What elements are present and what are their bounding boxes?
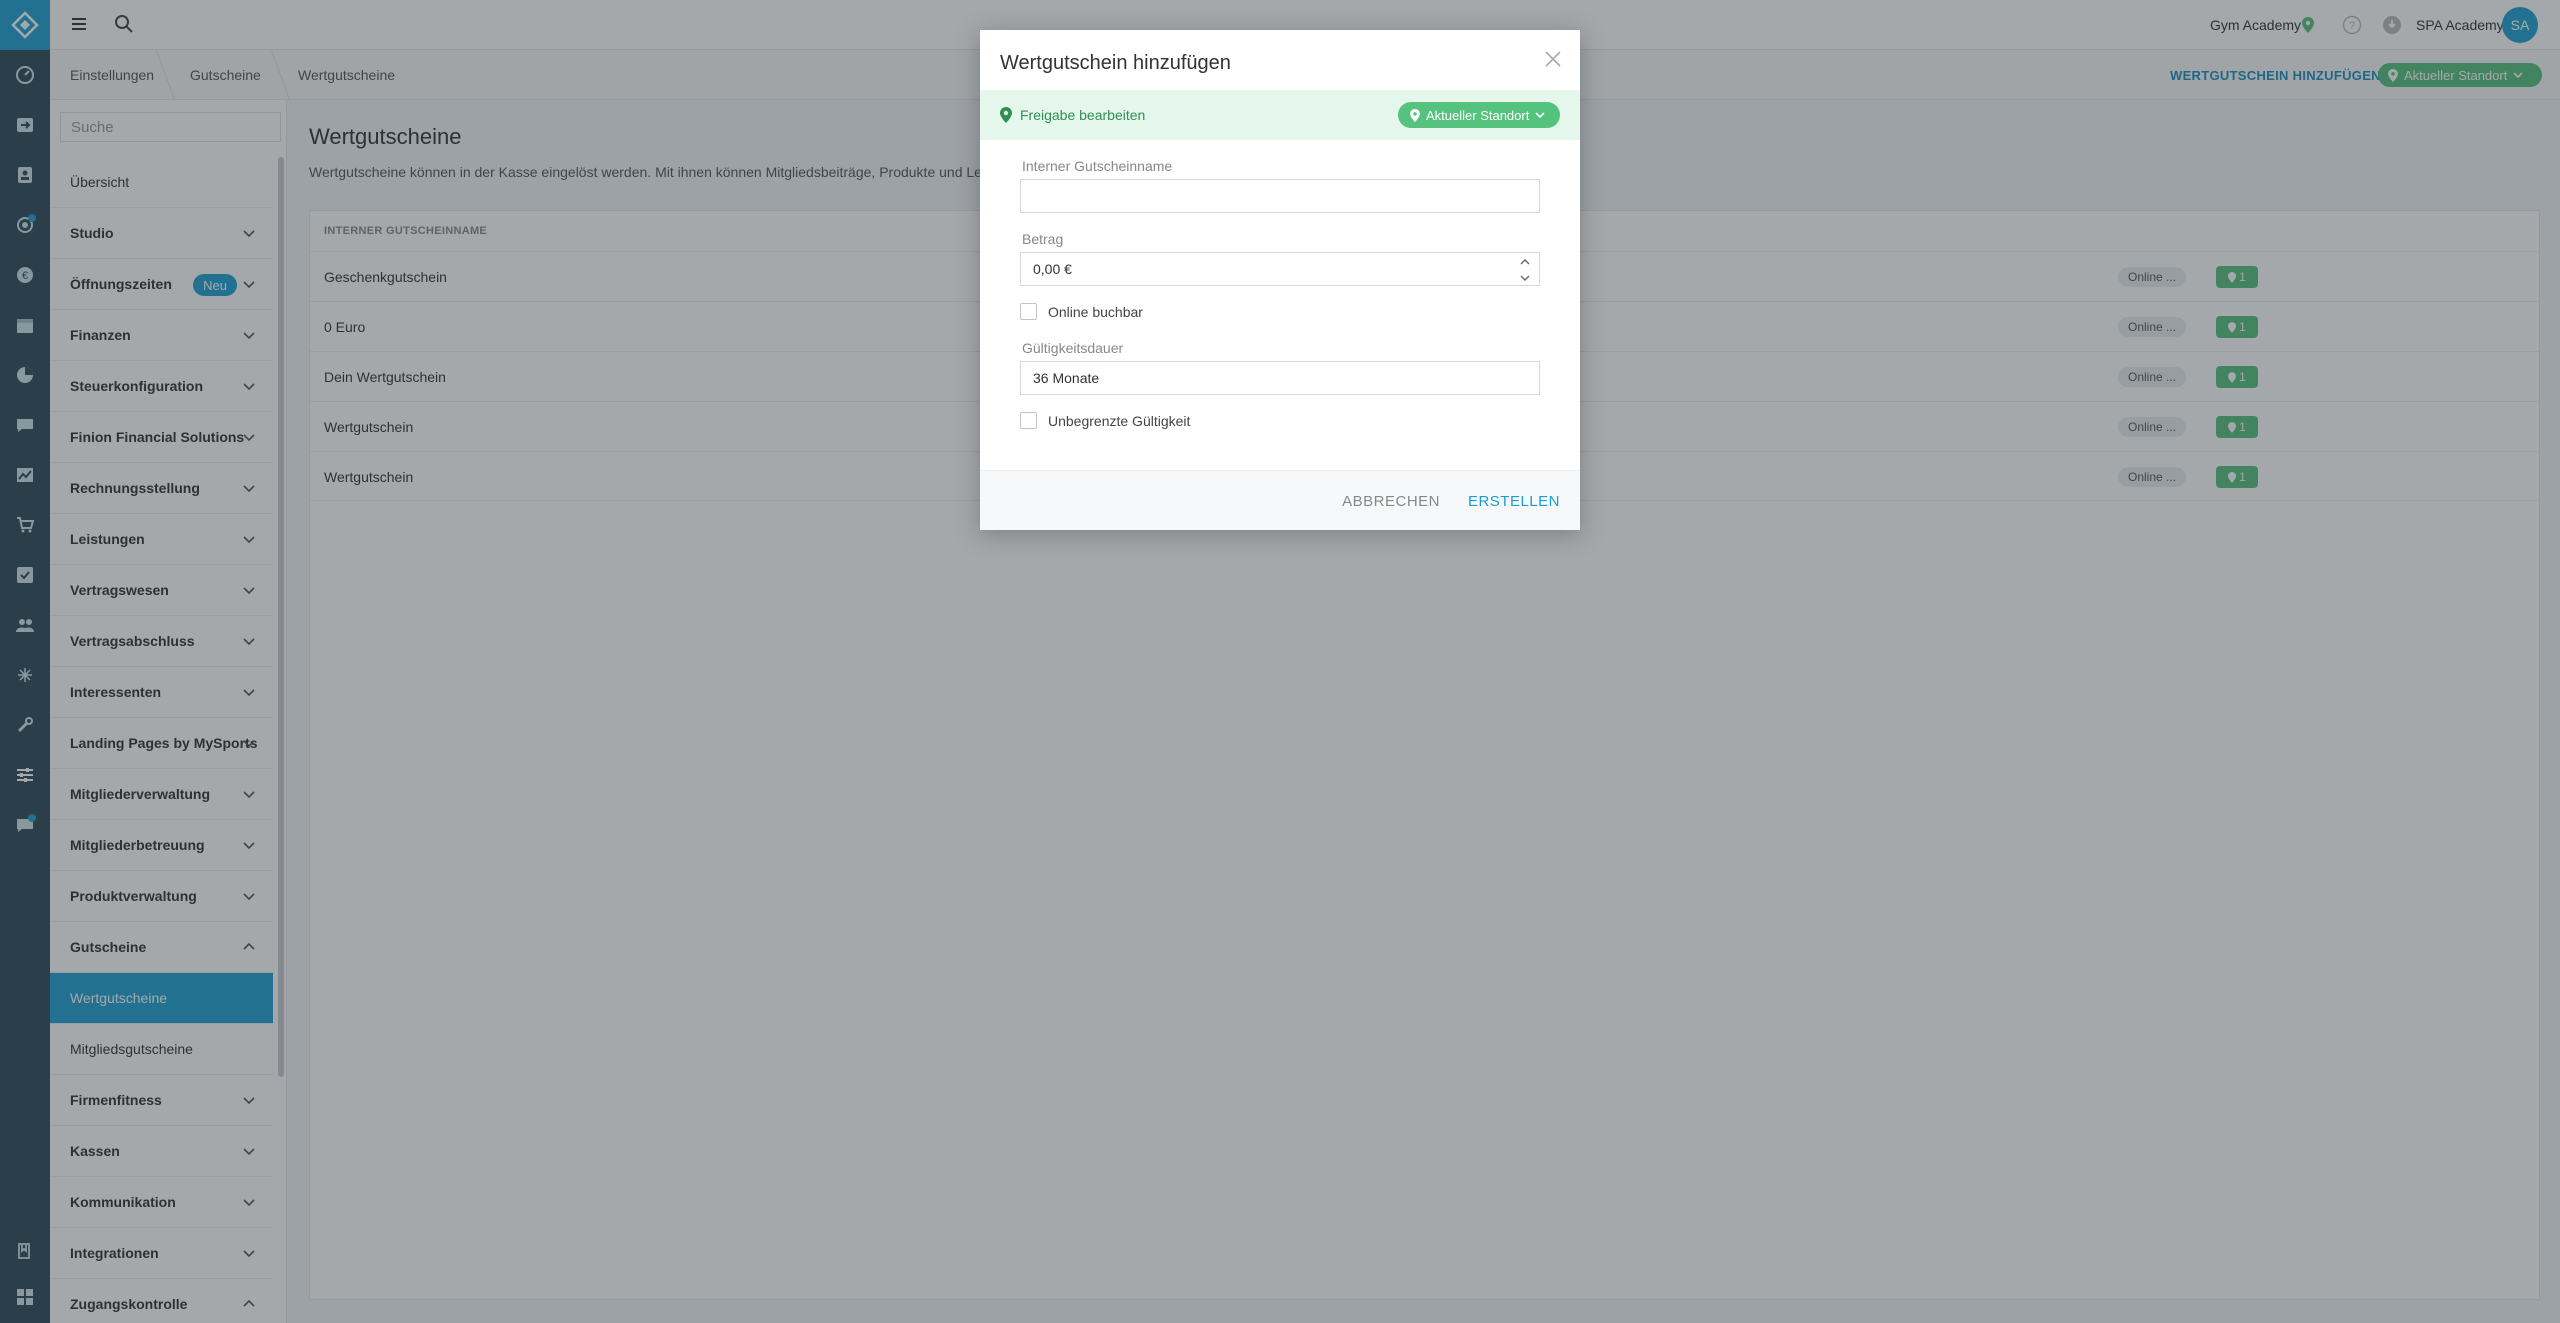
voucher-name-label: Interner Gutscheinname <box>1022 158 1173 174</box>
unlimited-validity-checkbox[interactable] <box>1020 412 1037 429</box>
share-location-selector[interactable]: Aktueller Standort <box>1398 102 1560 128</box>
share-location-label: Aktueller Standort <box>1426 107 1530 123</box>
create-button[interactable]: ERSTELLEN <box>1468 493 1560 510</box>
amount-value: 0,00 € <box>1033 261 1072 277</box>
dialog-title: Wertgutschein hinzufügen <box>1000 52 1231 74</box>
voucher-name-input[interactable] <box>1020 179 1540 213</box>
validity-select[interactable]: 36 Monate <box>1020 361 1540 395</box>
online-bookable-label[interactable]: Online buchbar <box>1048 304 1143 320</box>
validity-value: 36 Monate <box>1033 370 1100 386</box>
share-settings-bar: Freigabe bearbeiten Aktueller Standort <box>980 90 1580 140</box>
validity-label: Gültigkeitsdauer <box>1022 340 1124 356</box>
online-bookable-checkbox[interactable] <box>1020 303 1037 320</box>
dialog-footer: ABBRECHEN ERSTELLEN <box>980 470 1580 530</box>
amount-label: Betrag <box>1022 231 1064 247</box>
amount-input[interactable]: 0,00 € <box>1020 252 1540 286</box>
chevron-down-icon <box>1535 112 1545 119</box>
location-pin-icon <box>1000 107 1012 123</box>
location-pin-icon <box>1410 108 1420 122</box>
amount-stepper[interactable] <box>1519 257 1531 283</box>
unlimited-validity-label[interactable]: Unbegrenzte Gültigkeit <box>1048 413 1190 429</box>
edit-share-link[interactable]: Freigabe bearbeiten <box>1020 107 1145 123</box>
cancel-button[interactable]: ABBRECHEN <box>1342 493 1440 510</box>
add-voucher-dialog: Wertgutschein hinzufügen Freigabe bearbe… <box>980 30 1580 530</box>
close-icon[interactable] <box>1544 50 1562 68</box>
